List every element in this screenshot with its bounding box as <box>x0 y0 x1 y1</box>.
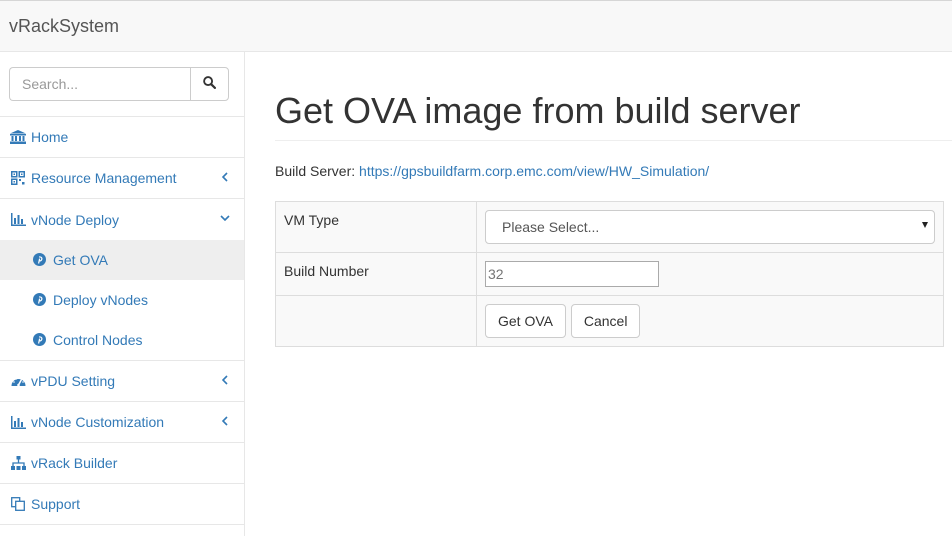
table-row: VM Type Please Select... <box>275 201 944 253</box>
title-divider <box>275 140 952 141</box>
search-input[interactable] <box>9 67 191 101</box>
cancel-button[interactable]: Cancel <box>570 304 641 338</box>
table-row: Get OVA Cancel <box>275 295 944 347</box>
top-navbar: vRackSystem <box>0 0 952 52</box>
chevron-left-icon <box>220 415 230 427</box>
build-number-input[interactable] <box>485 261 659 287</box>
sidebar-subitem-label: Control Nodes <box>53 332 143 348</box>
pinterest-icon <box>33 293 47 307</box>
dropdown-arrow-icon <box>922 222 928 228</box>
sidebar: Home Resource Management vNode Deploy Ge… <box>0 52 245 536</box>
sidebar-subitem-deploy-vnodes[interactable]: Deploy vNodes <box>0 280 244 320</box>
brand-link[interactable]: vRackSystem <box>9 16 119 37</box>
sidebar-subitem-label: Get OVA <box>53 252 108 268</box>
sidebar-item-label: vPDU Setting <box>31 373 116 389</box>
build-number-label: Build Number <box>275 252 477 296</box>
table-row: Build Number <box>275 252 944 296</box>
copy-icon <box>10 496 26 512</box>
sidebar-item-vnode-deploy[interactable]: vNode Deploy <box>0 199 244 240</box>
bar-chart-icon <box>10 212 26 228</box>
vm-type-selected-value: Please Select... <box>502 219 600 235</box>
main-content: Get OVA image from build server Build Se… <box>245 52 952 536</box>
sidebar-search <box>0 52 244 117</box>
dashboard-icon <box>10 373 26 389</box>
sidebar-subitem-get-ova[interactable]: Get OVA <box>0 240 244 280</box>
vm-type-select[interactable]: Please Select... <box>485 210 935 244</box>
sitemap-icon <box>10 455 26 471</box>
bar-chart-icon <box>10 414 26 430</box>
sidebar-item-vnode-customization[interactable]: vNode Customization <box>0 402 244 443</box>
get-ova-button[interactable]: Get OVA <box>485 304 566 338</box>
sidebar-item-label: Support <box>31 496 81 512</box>
chevron-left-icon <box>220 374 230 386</box>
sidebar-item-label: vRack Builder <box>31 455 118 471</box>
build-server-line: Build Server: https://gpsbuildfarm.corp.… <box>275 163 709 179</box>
chevron-left-icon <box>220 171 230 183</box>
sidebar-item-label: Home <box>31 129 69 145</box>
sidebar-item-home[interactable]: Home <box>0 117 244 158</box>
sidebar-item-vrack-builder[interactable]: vRack Builder <box>0 443 244 484</box>
sidebar-subitem-label: Deploy vNodes <box>53 292 148 308</box>
search-button[interactable] <box>190 67 229 101</box>
sidebar-item-vpdu-setting[interactable]: vPDU Setting <box>0 361 244 402</box>
sidebar-item-resource-management[interactable]: Resource Management <box>0 158 244 199</box>
qrcode-icon <box>10 170 26 186</box>
bank-icon <box>10 129 26 145</box>
sidebar-item-label: vNode Deploy <box>31 211 119 228</box>
sidebar-group-vnode-deploy: vNode Deploy Get OVA Deploy vNodes Contr… <box>0 199 244 361</box>
pinterest-icon <box>33 253 47 267</box>
sidebar-subitem-control-nodes[interactable]: Control Nodes <box>0 320 244 360</box>
build-server-label: Build Server: <box>275 163 356 179</box>
pinterest-icon <box>33 333 47 347</box>
search-icon <box>203 76 217 92</box>
sidebar-item-support[interactable]: Support <box>0 484 244 525</box>
page-title: Get OVA image from build server <box>275 90 801 131</box>
chevron-down-icon <box>220 212 230 224</box>
sidebar-item-label: vNode Customization <box>31 414 165 430</box>
ova-form-table: VM Type Please Select... Build Number Ge… <box>275 201 944 347</box>
vm-type-label: VM Type <box>275 201 477 253</box>
sidebar-item-label: Resource Management <box>31 170 177 186</box>
empty-cell <box>275 295 477 347</box>
build-server-link[interactable]: https://gpsbuildfarm.corp.emc.com/view/H… <box>359 163 709 179</box>
